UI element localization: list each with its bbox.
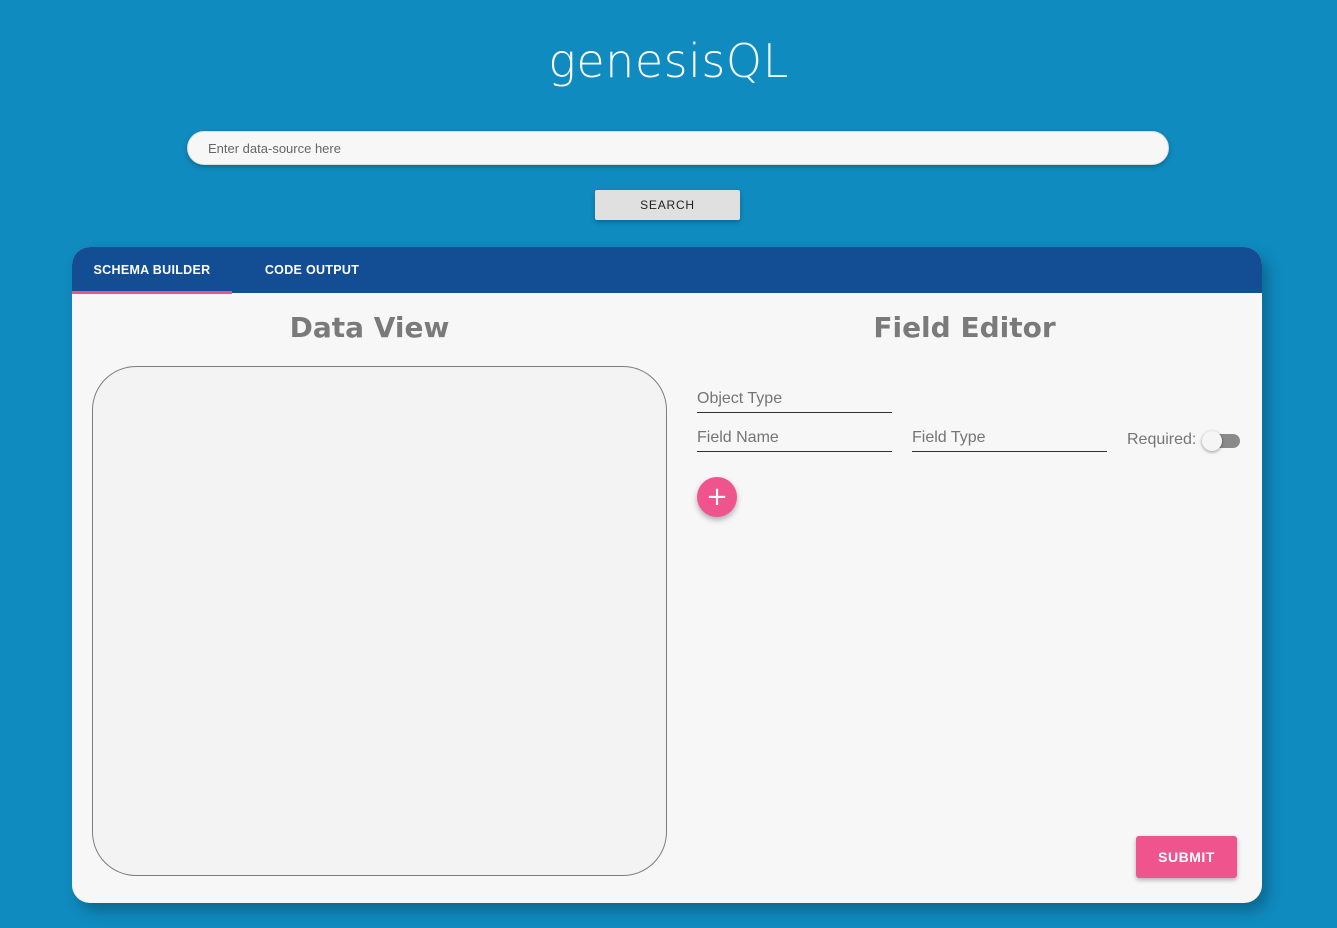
data-source-input[interactable] [188, 132, 1168, 164]
search-bar [187, 131, 1169, 165]
logo-suffix: QL [725, 34, 789, 88]
object-type-input[interactable] [697, 385, 892, 412]
field-type-input[interactable] [912, 424, 1107, 451]
app-logo: genesisQL [0, 34, 1337, 88]
tab-code-output[interactable]: CODE OUTPUT [232, 247, 392, 293]
field-name-field [697, 424, 892, 452]
object-type-field [697, 385, 892, 413]
tab-schema-builder[interactable]: SCHEMA BUILDER [72, 247, 232, 293]
tab-bar: SCHEMA BUILDER CODE OUTPUT [72, 247, 1262, 294]
field-editor-title: Field Editor [873, 311, 1056, 344]
data-view-title: Data View [289, 311, 450, 344]
field-type-field [912, 424, 1107, 452]
toggle-knob [1202, 431, 1222, 451]
field-name-input[interactable] [697, 424, 892, 451]
data-view-panel [92, 366, 667, 876]
main-card: SCHEMA BUILDER CODE OUTPUT Data View Fie… [72, 247, 1262, 903]
required-toggle[interactable] [1202, 431, 1240, 451]
plus-icon: + [706, 482, 728, 512]
required-label: Required: [1127, 431, 1197, 448]
add-field-button[interactable]: + [697, 477, 737, 517]
search-button[interactable]: SEARCH [595, 190, 740, 220]
submit-button[interactable]: SUBMIT [1136, 836, 1237, 878]
logo-prefix: genesis [548, 34, 726, 88]
active-tab-indicator [72, 291, 232, 294]
